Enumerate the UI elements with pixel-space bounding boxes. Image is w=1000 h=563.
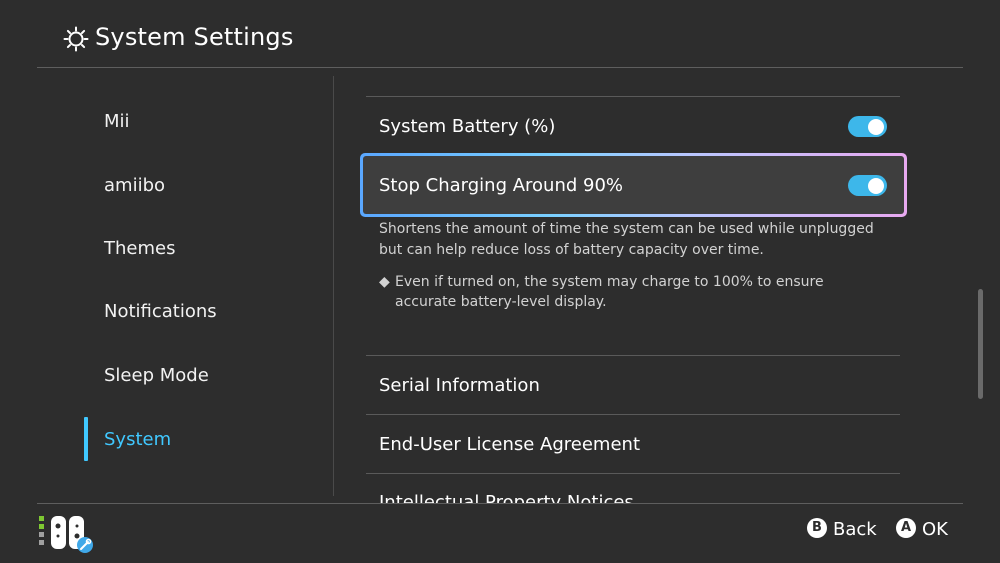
- sidebar-item-notifications[interactable]: Notifications: [104, 301, 217, 322]
- setting-description: Shortens the amount of time the system c…: [379, 221, 874, 258]
- back-label: Back: [833, 519, 877, 540]
- ok-button[interactable]: A OK: [896, 518, 948, 540]
- row-divider: [366, 96, 900, 97]
- row-clip: Intellectual Property Notices: [366, 474, 900, 503]
- sidebar-item-sleep-mode[interactable]: Sleep Mode: [104, 365, 209, 386]
- setting-note: ◆ Even if turned on, the system may char…: [379, 272, 889, 312]
- diamond-bullet-icon: ◆: [379, 274, 390, 290]
- b-button-icon: B: [807, 518, 827, 538]
- back-button[interactable]: B Back: [807, 518, 877, 540]
- header: System Settings: [0, 0, 1000, 67]
- scrolled-description: [379, 68, 854, 73]
- footer-divider: [37, 503, 963, 504]
- active-item-marker: [84, 417, 88, 461]
- system-battery-toggle[interactable]: [848, 116, 887, 137]
- joy-con-controller-icon: [39, 516, 93, 553]
- stop-charging-toggle[interactable]: [848, 175, 887, 196]
- sidebar-item-mii[interactable]: Mii: [104, 111, 130, 132]
- pane-divider: [333, 76, 334, 496]
- row-divider: [366, 355, 900, 356]
- row-divider: [366, 414, 900, 415]
- sidebar-item-system[interactable]: System: [104, 429, 171, 450]
- scrollbar[interactable]: [978, 289, 983, 399]
- setting-row-ip-notices[interactable]: Intellectual Property Notices: [379, 492, 634, 503]
- sidebar-item-themes[interactable]: Themes: [104, 238, 175, 259]
- setting-row-serial-information[interactable]: Serial Information: [379, 375, 540, 396]
- sidebar-item-amiibo[interactable]: amiibo: [104, 175, 165, 196]
- sidebar-scrolled-item: [104, 68, 164, 74]
- setting-label: Stop Charging Around 90%: [379, 175, 624, 196]
- ok-label: OK: [922, 519, 948, 540]
- toggle-knob: [868, 177, 884, 194]
- toggle-knob: [868, 118, 884, 135]
- setting-row-eula[interactable]: End-User License Agreement: [379, 434, 640, 455]
- setting-note-text: Even if turned on, the system may charge…: [395, 274, 824, 310]
- a-button-icon: A: [896, 518, 916, 538]
- gear-icon: [63, 26, 89, 52]
- setting-label: System Battery (%): [379, 116, 556, 137]
- page-title: System Settings: [95, 23, 294, 51]
